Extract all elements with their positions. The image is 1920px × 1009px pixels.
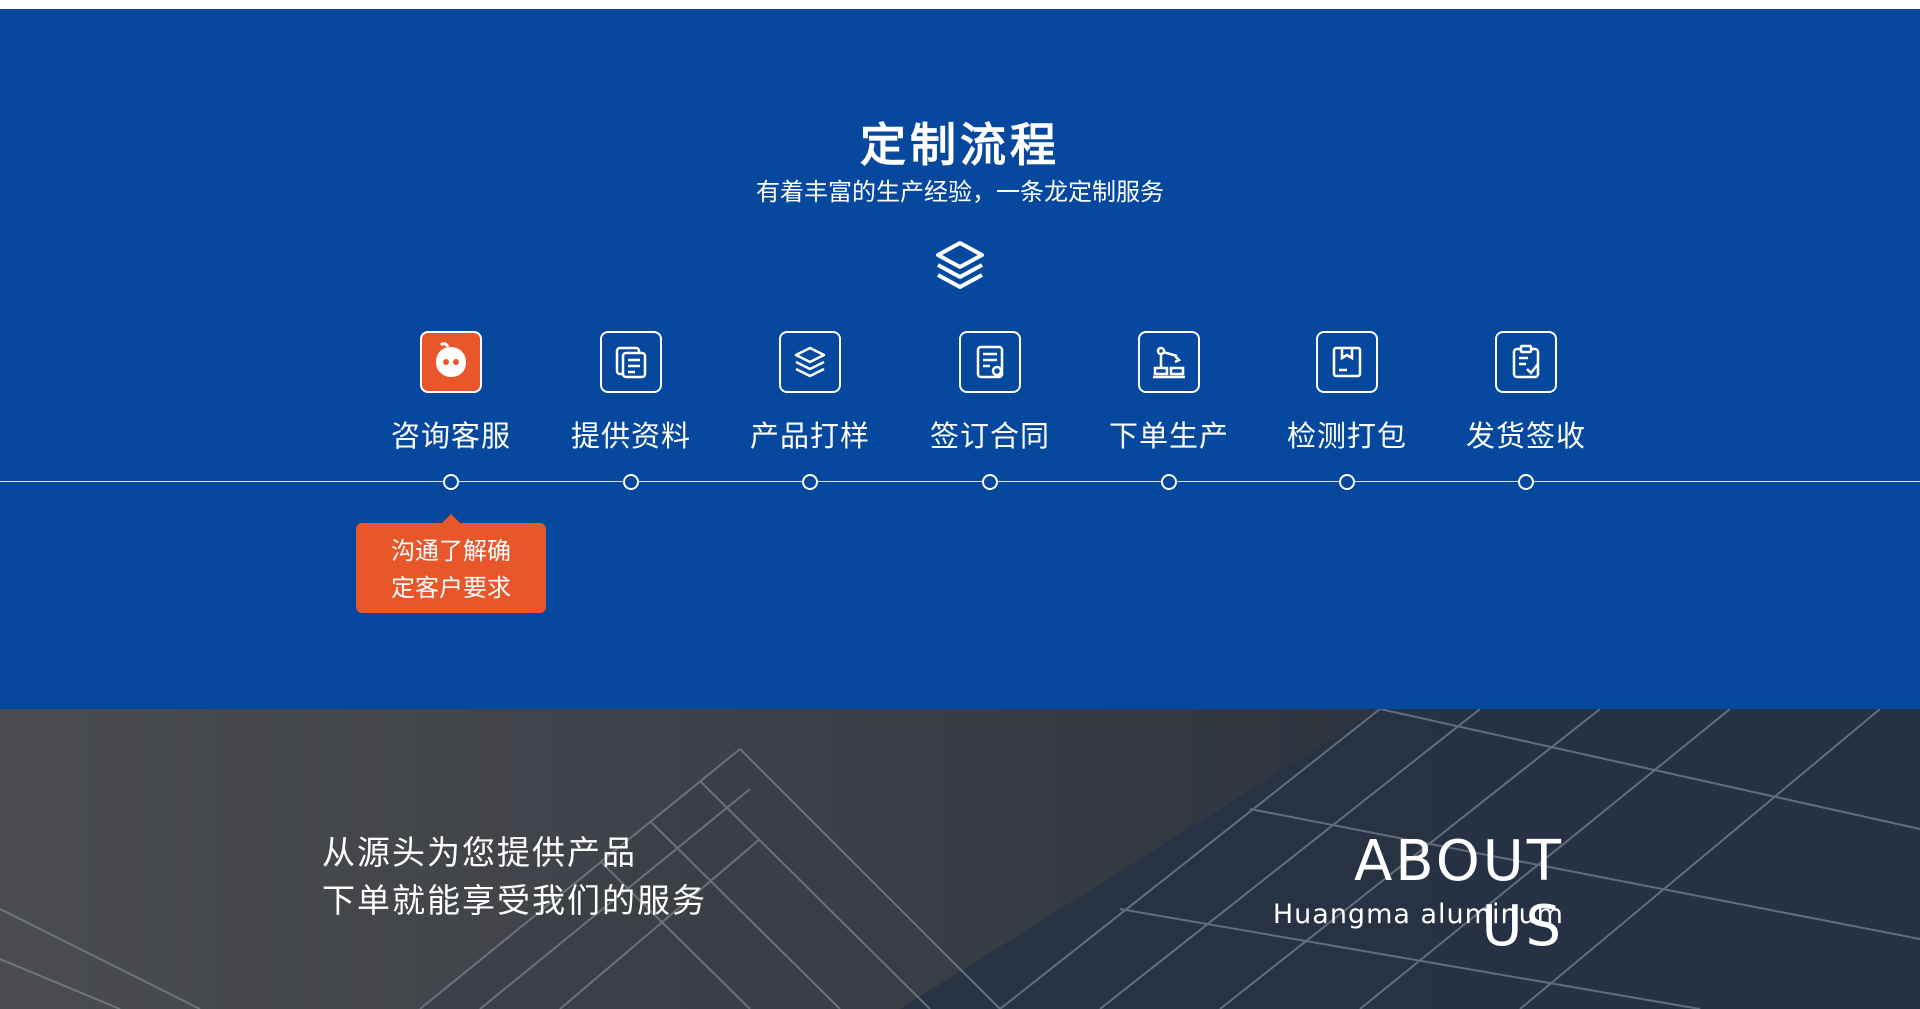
tooltip-line: 沟通了解确 [391,537,511,565]
step-inspect-pack[interactable]: 检测打包 [1257,331,1437,455]
tooltip-line: 定客户要求 [391,574,511,602]
timeline-node[interactable] [802,474,818,490]
about-section: 从源头为您提供产品 下单就能享受我们的服务 ABOUT US Huangma a… [0,709,1920,1009]
step-label: 检测打包 [1286,419,1407,453]
timeline-node[interactable] [1339,474,1355,490]
timeline-line [0,481,1920,482]
about-subtitle: Huangma aluminum [1272,899,1564,930]
chat-icon [420,331,482,393]
section-title: 定制流程 [860,118,1060,172]
contract-icon [959,331,1021,393]
step-contract[interactable]: 签订合同 [900,331,1080,455]
step-label: 产品打样 [749,419,870,453]
timeline-node[interactable] [982,474,998,490]
step-sampling[interactable]: 产品打样 [720,331,900,455]
slogan-line: 从源头为您提供产品 [322,833,637,872]
timeline-node[interactable] [443,474,459,490]
timeline-node[interactable] [623,474,639,490]
step-label: 发货签收 [1465,419,1586,453]
layers-icon [936,241,984,289]
step-label: 提供资料 [570,419,691,453]
step-production[interactable]: 下单生产 [1079,331,1259,455]
section-subtitle: 有着丰富的生产经验，一条龙定制服务 [756,178,1164,206]
about-title: ABOUT US [1353,829,1564,959]
step-consult[interactable]: 咨询客服 [361,331,541,455]
slogan-line: 下单就能享受我们的服务 [322,881,707,920]
documents-icon [600,331,662,393]
step-materials[interactable]: 提供资料 [541,331,721,455]
step-tooltip: 沟通了解确 定客户要求 [356,514,546,613]
clipboard-check-icon [1495,331,1557,393]
step-label: 下单生产 [1108,419,1229,453]
package-icon [1316,331,1378,393]
timeline-node[interactable] [1518,474,1534,490]
step-label: 咨询客服 [390,419,511,453]
timeline-node[interactable] [1161,474,1177,490]
building-background-image [0,709,1920,1009]
process-section: 定制流程 有着丰富的生产经验，一条龙定制服务 咨询客服 提供资料 产品打样 签订… [0,9,1920,709]
robot-arm-icon [1138,331,1200,393]
layers-icon [779,331,841,393]
about-slogan: 从源头为您提供产品 下单就能享受我们的服务 [322,829,707,925]
step-delivery[interactable]: 发货签收 [1436,331,1616,455]
step-label: 签订合同 [929,419,1050,453]
